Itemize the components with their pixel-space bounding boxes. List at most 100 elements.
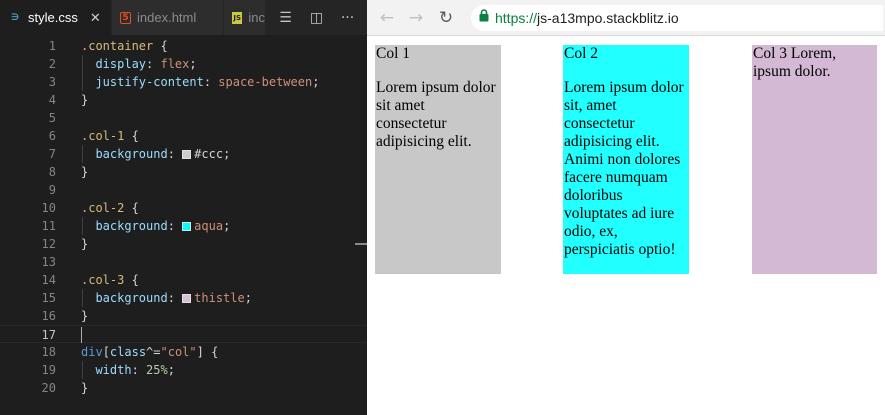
code-token: { <box>124 129 139 143</box>
code-token: .col-2 <box>81 201 125 215</box>
code-token: : <box>146 57 161 71</box>
close-icon[interactable]: ✕ <box>90 10 101 26</box>
code-token: } <box>81 165 89 179</box>
code-token: background <box>81 291 168 305</box>
code-line[interactable]: 4} <box>0 91 367 109</box>
code-token: ; <box>312 75 320 89</box>
forward-arrow-icon[interactable]: → <box>404 6 428 30</box>
line-number: 19 <box>41 363 56 377</box>
code-line[interactable]: 3 justify-content: space-between; <box>0 73 367 91</box>
code-line[interactable]: 9 <box>0 181 367 199</box>
color-swatch[interactable] <box>182 294 192 303</box>
code-line[interactable]: 6 .col-1 { <box>0 127 367 145</box>
code-text: display: flex; <box>81 55 196 73</box>
code-line[interactable]: 18 div[class^="col"] { <box>0 343 367 361</box>
code-line[interactable]: 10 .col-2 { <box>0 199 367 217</box>
code-text: } <box>81 163 88 181</box>
tab-label: style.css <box>28 10 78 25</box>
code-line[interactable]: 5 <box>0 109 367 127</box>
tab-label: index.html <box>137 10 197 25</box>
column-body: Lorem ipsum dolor sit, amet consectetur … <box>564 79 684 258</box>
css-file-icon: ∋ <box>10 12 20 23</box>
code-text: .container { <box>81 37 168 55</box>
code-line[interactable]: 7 background: #ccc; <box>0 145 367 163</box>
url-text: https://js-a13mpo.stackblitz.io <box>495 10 679 26</box>
code-line[interactable]: 16} <box>0 307 367 325</box>
line-number: 15 <box>41 291 56 305</box>
tab-index-js[interactable]: JS inc <box>224 0 266 35</box>
code-token: background <box>81 147 168 161</box>
code-line[interactable]: 8} <box>0 163 367 181</box>
line-number: 18 <box>41 345 56 359</box>
split-editor-icon[interactable]: ◫ <box>306 10 328 26</box>
code-token: .container <box>81 39 154 53</box>
code-text: .col-1 { <box>81 127 139 145</box>
column-body: Lorem ipsum dolor sit amet consectetur a… <box>376 79 496 150</box>
code-token: } <box>81 381 89 395</box>
code-line[interactable]: 19 width: 25%; <box>0 361 367 379</box>
code-text: } <box>81 379 88 397</box>
code-text: div[class^="col"] { <box>81 343 218 361</box>
browser-preview: ← → ↻ https://js-a13mpo.stackblitz.io Co… <box>367 0 885 415</box>
line-number: 12 <box>41 237 56 251</box>
address-bar[interactable]: https://js-a13mpo.stackblitz.io <box>471 5 883 31</box>
code-text: justify-content: space-between; <box>81 73 319 91</box>
code-editor: ∋ style.css ✕ 5 index.html JS inc ☰ ◫ ··… <box>0 0 367 415</box>
code-token: justify-content <box>81 75 204 89</box>
code-token: { <box>153 39 168 53</box>
line-number: 14 <box>41 273 56 287</box>
line-number: 8 <box>48 165 56 179</box>
line-number: 16 <box>41 309 56 323</box>
code-line[interactable]: 12} <box>0 235 367 253</box>
code-token: } <box>81 309 89 323</box>
code-line[interactable]: 2 display: flex; <box>0 55 367 73</box>
code-text: .col-2 { <box>81 199 139 217</box>
tab-label: inc <box>248 10 265 25</box>
code-token: ] { <box>196 345 219 359</box>
text-cursor <box>81 327 82 343</box>
column-2: Col 2 Lorem ipsum dolor sit, amet consec… <box>563 45 689 274</box>
code-line[interactable]: 20} <box>0 379 367 397</box>
code-line[interactable]: 1 .container { <box>0 37 367 55</box>
tab-style-css[interactable]: ∋ style.css ✕ <box>0 0 112 35</box>
scrollbar-marker <box>355 243 367 245</box>
page-viewport: Col 1 Lorem ipsum dolor sit amet consect… <box>367 37 885 415</box>
line-number: 13 <box>41 255 56 269</box>
code-token: ; <box>223 219 231 233</box>
outline-icon[interactable]: ☰ <box>275 10 297 26</box>
code-token: { <box>124 273 139 287</box>
tab-index-html[interactable]: 5 index.html <box>112 0 224 35</box>
code-text: } <box>81 91 88 109</box>
more-actions-icon[interactable]: ··· <box>337 10 359 26</box>
code-line[interactable]: 11 background: aqua; <box>0 217 367 235</box>
reload-icon[interactable]: ↻ <box>434 6 458 30</box>
code-token: [ <box>102 345 110 359</box>
code-line[interactable]: 17 <box>0 325 367 343</box>
line-number: 10 <box>41 201 56 215</box>
code-token: #ccc <box>194 147 224 161</box>
line-number: 4 <box>48 93 56 107</box>
column-heading: Col 1 <box>376 45 411 62</box>
code-token: flex <box>160 57 190 71</box>
back-arrow-icon[interactable]: ← <box>375 6 399 30</box>
line-number: 5 <box>48 111 56 125</box>
code-line[interactable]: 14 .col-3 { <box>0 271 367 289</box>
line-number: 20 <box>41 381 56 395</box>
code-line[interactable]: 15 background: thistle; <box>0 289 367 307</box>
color-swatch[interactable] <box>182 222 192 231</box>
line-number: 9 <box>48 183 56 197</box>
code-line[interactable]: 13 <box>0 253 367 271</box>
code-text: background: aqua; <box>81 217 230 235</box>
color-swatch[interactable] <box>182 150 192 159</box>
line-number: 2 <box>48 57 56 71</box>
line-number: 6 <box>48 129 56 143</box>
code-token: : <box>167 291 183 305</box>
html-file-icon: 5 <box>120 11 131 24</box>
line-number: 3 <box>48 75 56 89</box>
line-number: 1 <box>48 39 56 53</box>
code-token: : <box>167 219 183 233</box>
url-host: js-a13mpo.stackblitz.io <box>537 10 679 26</box>
code-token: { <box>124 201 139 215</box>
code-area[interactable]: 1 .container {2 display: flex; 3 justify-c… <box>0 37 367 397</box>
code-token: aqua <box>194 219 224 233</box>
